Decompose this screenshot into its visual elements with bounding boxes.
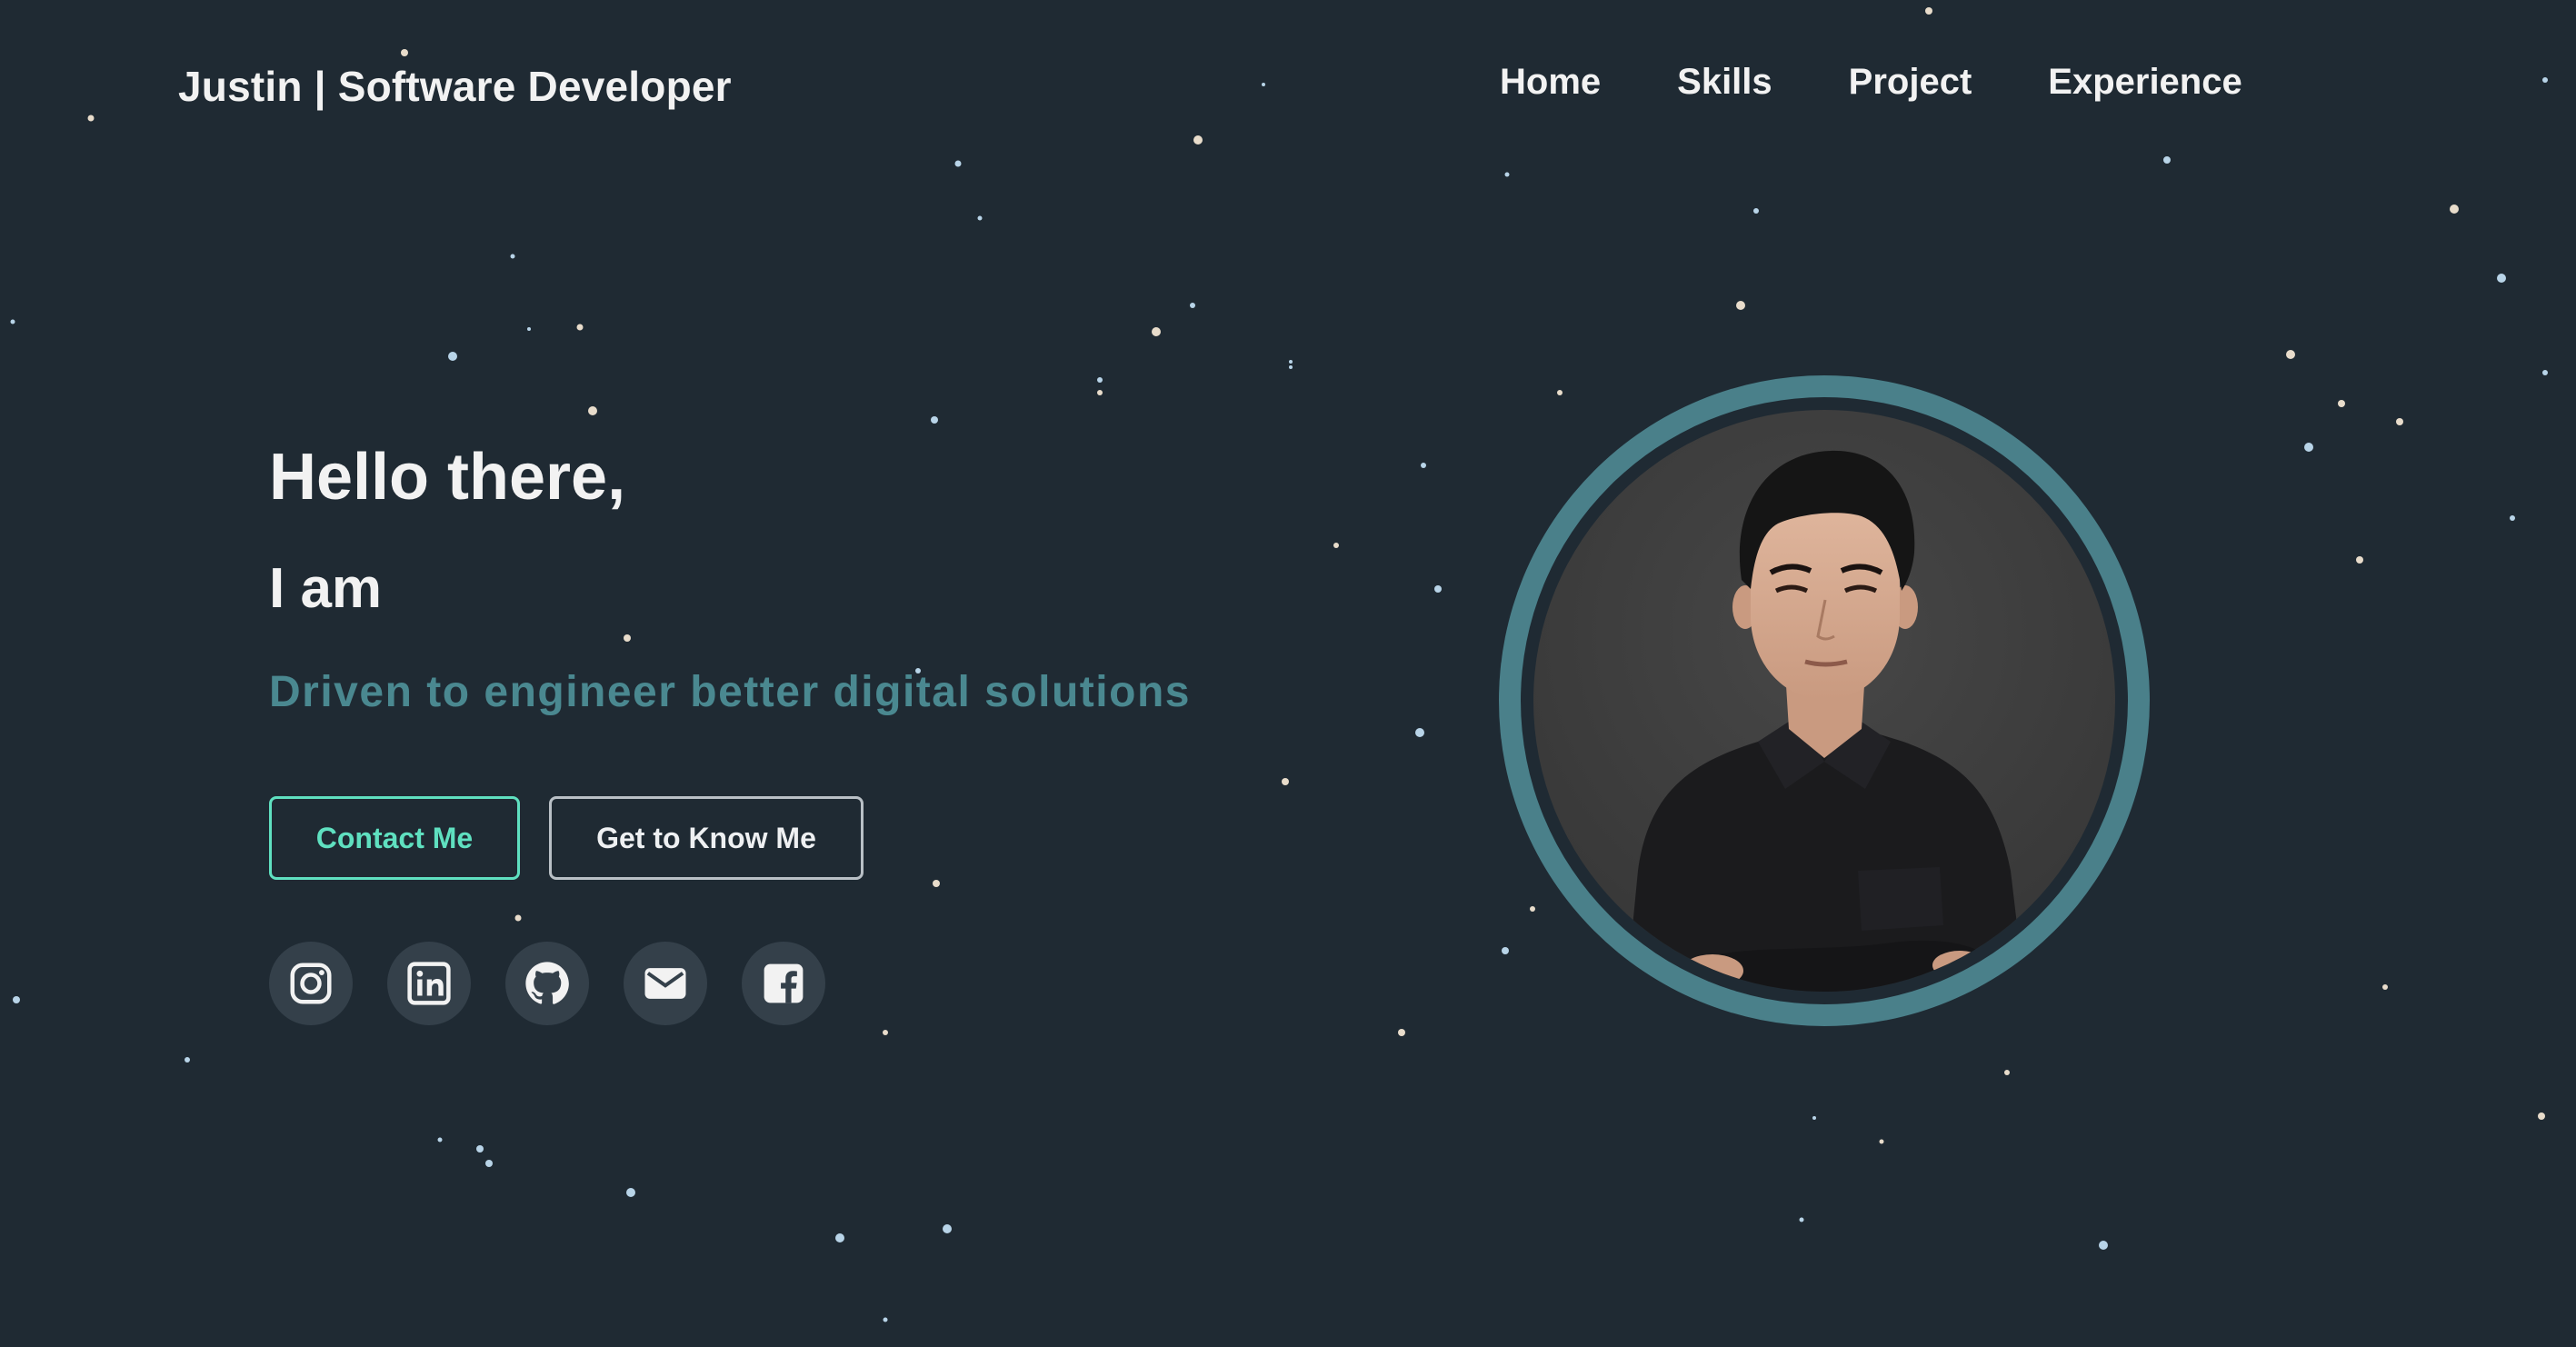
hero-greeting: Hello there, <box>269 441 626 514</box>
linkedin-icon <box>407 962 451 1005</box>
hero-tagline: Driven to engineer better digital soluti… <box>269 668 1191 716</box>
linkedin-button[interactable] <box>387 942 471 1025</box>
facebook-icon <box>764 963 804 1003</box>
nav-experience-link[interactable]: Experience <box>2048 62 2242 103</box>
nav-skills-link[interactable]: Skills <box>1677 62 1772 103</box>
page: Justin | Software Developer Home Skills … <box>0 0 2576 1347</box>
instagram-icon <box>290 963 332 1004</box>
contact-me-button[interactable]: Contact Me <box>269 796 520 880</box>
email-icon <box>644 968 686 999</box>
nav-home-link[interactable]: Home <box>1500 62 1601 103</box>
profile-photo <box>1485 362 2163 1040</box>
instagram-button[interactable] <box>269 942 353 1025</box>
email-button[interactable] <box>624 942 707 1025</box>
portrait-illustration <box>1499 375 2150 1026</box>
nav-project-link[interactable]: Project <box>1849 62 1972 103</box>
main-nav: Home Skills Project Experience <box>1500 62 2242 103</box>
github-button[interactable] <box>505 942 589 1025</box>
github-icon <box>525 962 569 1004</box>
get-to-know-me-button[interactable]: Get to Know Me <box>549 796 864 880</box>
hero-intro: I am <box>269 557 383 620</box>
facebook-button[interactable] <box>742 942 825 1025</box>
site-brand[interactable]: Justin | Software Developer <box>178 62 732 111</box>
social-links <box>269 942 825 1025</box>
